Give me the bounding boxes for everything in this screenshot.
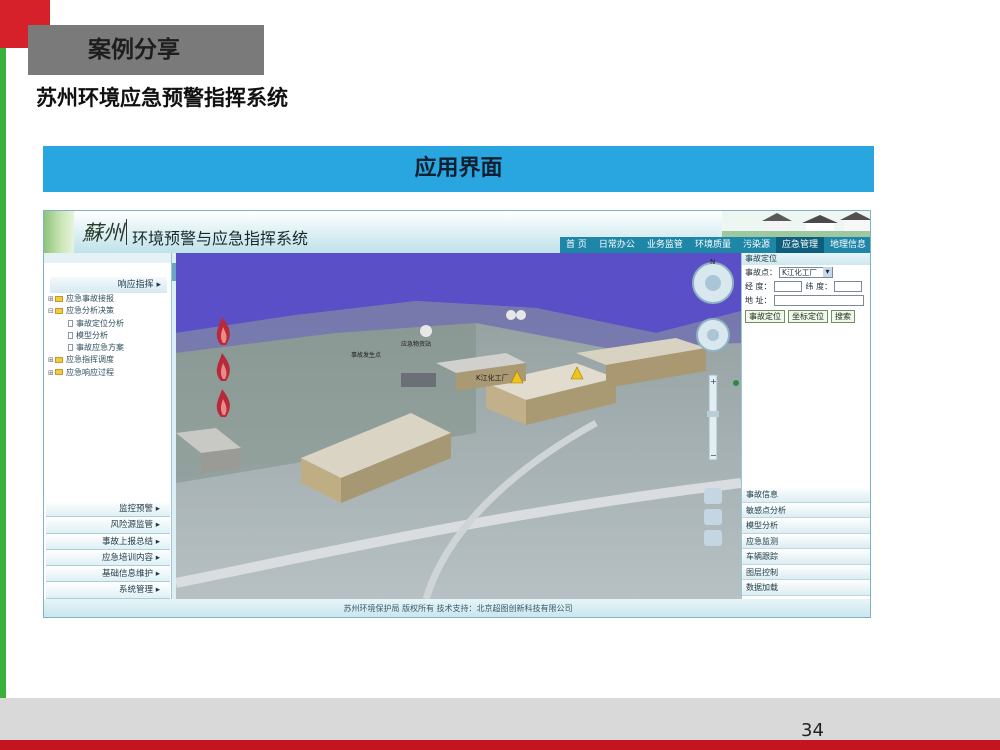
green-side-bar	[0, 48, 6, 698]
menu-risk-source[interactable]: 风险源监管 ▸	[46, 517, 170, 534]
left-panel: 响应指挥 ▸ ⊞ 应急事故接报 ⊟ 应急分析决策 事故定位分析 模型分析 事故应急方…	[44, 253, 172, 599]
app-nav: 首 页 日常办公 业务监管 环境质量 污染源 应急管理 地理信息	[560, 237, 870, 253]
tree-item-response-process[interactable]: ⊞ 应急响应过程	[48, 367, 124, 379]
app-title: 环境预警与应急指挥系统	[132, 229, 309, 248]
function-tree: ⊞ 应急事故接报 ⊟ 应急分析决策 事故定位分析 模型分析 事故应急方案 ⊞ 应急指挥…	[48, 293, 124, 379]
tree-item-location-analysis[interactable]: 事故定位分析	[48, 318, 124, 330]
map-label-supplies: 应急物资站	[401, 340, 431, 348]
vehicle-icon[interactable]	[733, 380, 739, 386]
bamboo-decoration	[44, 211, 74, 253]
nav-home[interactable]: 首 页	[560, 237, 593, 253]
folder-icon	[55, 295, 63, 302]
bottom-red-band	[0, 740, 1000, 750]
nav-daily-office[interactable]: 日常办公	[593, 237, 641, 253]
map-scene: N + − K江化工厂 事故发生点 应急物资站	[176, 253, 741, 599]
map-view[interactable]: N + − K江化工厂 事故发生点 应急物资站	[176, 253, 741, 599]
document-icon	[68, 331, 73, 339]
response-command-header[interactable]: 响应指挥 ▸	[50, 277, 167, 293]
search-button[interactable]: 搜索	[831, 309, 855, 323]
svg-text:−: −	[710, 451, 717, 460]
accident-point-select[interactable]: K江化工厂	[779, 266, 833, 278]
document-icon	[68, 344, 73, 352]
zoom-slider[interactable]: + −	[707, 374, 719, 461]
town-illustration	[722, 211, 870, 237]
tree-item-model-analysis[interactable]: 模型分析	[48, 330, 124, 342]
section-tab: 案例分享	[28, 25, 264, 75]
map-tool-buttons[interactable]	[704, 488, 722, 546]
acc-accident-info[interactable]: 事故信息	[742, 487, 870, 503]
folder-icon	[55, 369, 63, 376]
app-window: 蘇州 环境预警与应急指挥系统 首 页 日常办公 业务监管 环境质量 污染源 应急…	[43, 210, 871, 618]
tree-item-accident-report[interactable]: ⊞ 应急事故接报	[48, 293, 124, 305]
acc-sensitive-point-analysis[interactable]: 敏感点分析	[742, 502, 870, 518]
left-menu: 监控预警 ▸ 风险源监管 ▸ 事故上报总结 ▸ 应急培训内容 ▸ 基础信息维护 …	[44, 501, 172, 599]
coordinate-locate-button[interactable]: 坐标定位	[788, 309, 828, 323]
menu-accident-report-summary[interactable]: 事故上报总结 ▸	[46, 533, 170, 550]
menu-monitoring-warning[interactable]: 监控预警 ▸	[46, 501, 170, 518]
right-panel: 事故定位 事故点： K江化工厂 经 度： 纬 度： 地 址： 事故定位 坐标定位…	[741, 253, 870, 599]
accident-location-title: 事故定位	[742, 253, 870, 265]
menu-basic-info[interactable]: 基础信息维护 ▸	[46, 566, 170, 583]
app-header: 蘇州 环境预警与应急指挥系统 首 页 日常办公 业务监管 环境质量 污染源 应急…	[44, 211, 870, 253]
logo-divider	[126, 219, 127, 245]
section-banner: 应用界面	[43, 146, 874, 192]
folder-icon	[55, 356, 63, 363]
app-footer: 苏州环境保护局 版权所有 技术支持：北京超图创新科技有限公司	[44, 599, 870, 617]
pan-control[interactable]	[696, 318, 730, 352]
app-logo: 蘇州	[82, 221, 124, 245]
nav-emergency-management[interactable]: 应急管理	[775, 237, 824, 253]
svg-text:+: +	[710, 377, 717, 386]
nav-environment-quality[interactable]: 环境质量	[689, 237, 737, 253]
slide: 案例分享 苏州环境应急预警指挥系统 应用界面 蘇州 环境预警与应急指挥系统 首 …	[0, 0, 1000, 750]
longitude-input[interactable]	[773, 280, 802, 292]
acc-emergency-monitoring[interactable]: 应急监测	[742, 533, 870, 549]
nav-pollution-source[interactable]: 污染源	[737, 237, 776, 253]
tree-item-emergency-plan[interactable]: 事故应急方案	[48, 342, 124, 354]
acc-layer-control[interactable]: 图层控制	[742, 564, 870, 580]
menu-system-management[interactable]: 系统管理 ▸	[46, 582, 170, 599]
latitude-input[interactable]	[834, 280, 863, 292]
page-title: 苏州环境应急预警指挥系统	[36, 86, 288, 110]
tree-item-analysis-decision[interactable]: ⊟ 应急分析决策	[48, 305, 124, 317]
map-label-chemical-plant: K江化工厂	[476, 373, 509, 382]
acc-data-loading[interactable]: 数据加载	[742, 580, 870, 596]
right-accordion: 事故信息 敏感点分析 模型分析 应急监测 车辆跟踪 图层控制 数据加载	[742, 487, 870, 596]
menu-training-content[interactable]: 应急培训内容 ▸	[46, 549, 170, 567]
address-input[interactable]	[773, 294, 864, 306]
map-label-accident: 事故发生点	[351, 351, 381, 359]
acc-model-analysis[interactable]: 模型分析	[742, 518, 870, 534]
nav-geo-info[interactable]: 地理信息	[824, 237, 870, 253]
document-icon	[68, 319, 73, 327]
folder-icon	[55, 307, 63, 314]
nav-business-supervision[interactable]: 业务监管	[641, 237, 689, 253]
accident-locate-button[interactable]: 事故定位	[745, 309, 785, 323]
acc-vehicle-tracking[interactable]: 车辆跟踪	[742, 549, 870, 565]
bottom-gray-band	[0, 698, 1000, 740]
tree-item-dispatch[interactable]: ⊞ 应急指挥调度	[48, 354, 124, 366]
page-number: 34	[801, 720, 824, 741]
svg-text:N: N	[710, 258, 715, 266]
